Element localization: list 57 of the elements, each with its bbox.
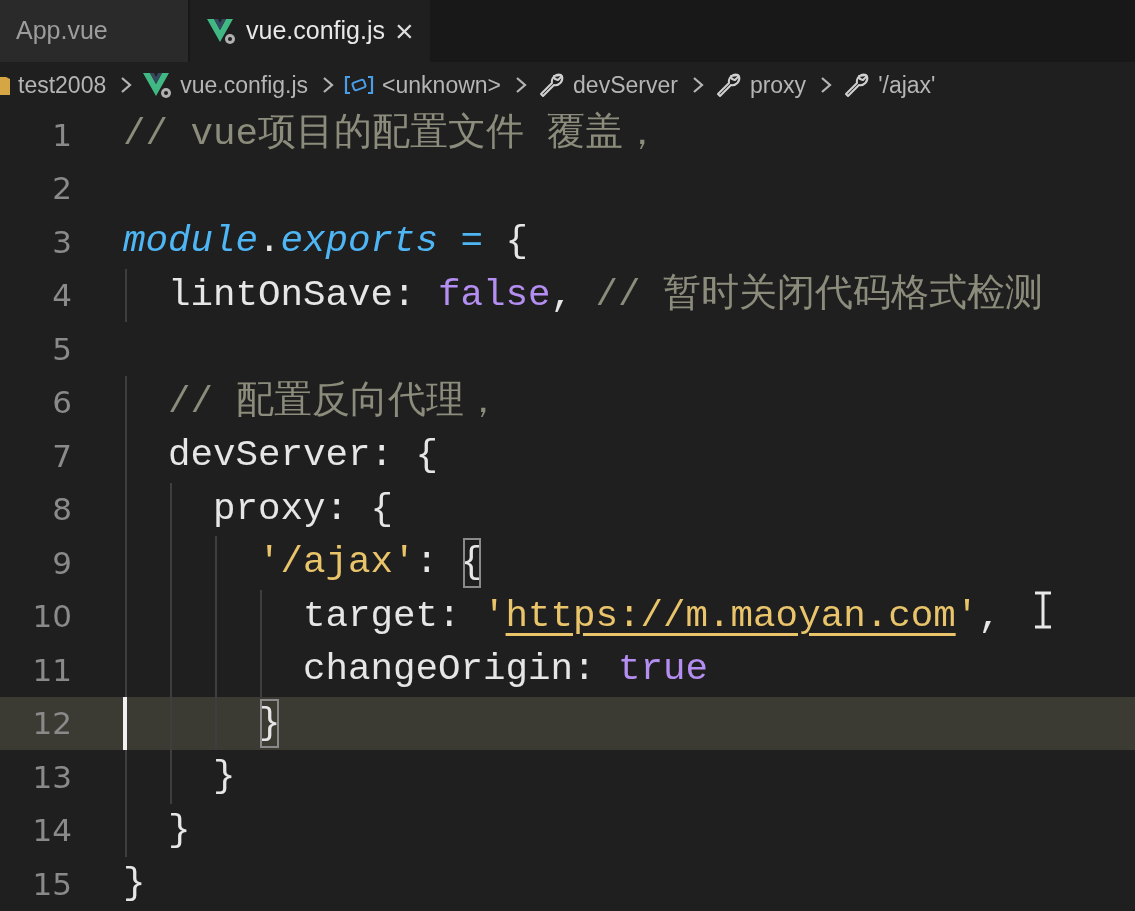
line-number: 1 bbox=[51, 115, 72, 155]
line-number: 3 bbox=[51, 222, 72, 262]
code-token: // 配置反向代理， bbox=[168, 379, 502, 425]
code-token: exports bbox=[280, 219, 439, 264]
breadcrumb-item[interactable]: <unknown> bbox=[344, 67, 502, 103]
code-token: ' bbox=[483, 593, 506, 639]
code-token: } bbox=[168, 807, 191, 853]
editor-tab[interactable]: App.vue bbox=[0, 0, 188, 62]
line-number: 13 bbox=[31, 757, 72, 797]
code-token: } bbox=[258, 696, 281, 750]
editor-tab[interactable]: vue.config.js × bbox=[190, 0, 430, 62]
breadcrumb-item[interactable]: test2008 bbox=[0, 67, 107, 103]
code-token: devServer: { bbox=[168, 433, 439, 478]
code-token: true bbox=[618, 647, 709, 692]
breadcrumb-item[interactable]: '/ajax' bbox=[842, 67, 936, 103]
line-number: 7 bbox=[51, 436, 72, 476]
code-token: . bbox=[258, 219, 281, 264]
code-token: lintOnSave: bbox=[168, 272, 417, 318]
code-token: target: bbox=[303, 593, 462, 639]
breadcrumb-item[interactable]: devServer bbox=[537, 67, 678, 103]
vue-logo-icon bbox=[206, 17, 236, 45]
line-number: 5 bbox=[51, 329, 72, 369]
text-caret bbox=[123, 696, 127, 750]
code-token: { bbox=[460, 536, 484, 590]
code-token: } bbox=[123, 861, 146, 906]
code-token: , bbox=[550, 272, 575, 318]
code-token: changeOrigin: bbox=[303, 647, 597, 692]
code-token: , bbox=[978, 593, 1001, 639]
line-number: 6 bbox=[51, 383, 72, 422]
line-number: 4 bbox=[51, 276, 72, 315]
line-number: 2 bbox=[51, 169, 72, 208]
braces-icon bbox=[344, 73, 375, 97]
breadcrumb-item[interactable]: proxy bbox=[713, 67, 807, 103]
wrench-icon bbox=[537, 71, 566, 99]
code-token: { bbox=[505, 219, 529, 264]
code-token: proxy: { bbox=[213, 486, 394, 532]
code-token: = bbox=[460, 219, 485, 264]
line-number: 8 bbox=[51, 490, 72, 529]
code-link[interactable]: https://m.maoyan.com bbox=[505, 589, 956, 643]
line-number: 10 bbox=[31, 597, 72, 636]
vue-logo-icon bbox=[142, 71, 173, 99]
code-token: : bbox=[415, 540, 440, 585]
wrench-icon bbox=[842, 71, 871, 99]
line-number: 15 bbox=[31, 864, 72, 904]
code-token: module bbox=[123, 219, 259, 264]
code-token: // vue项目的配置文件 覆盖， bbox=[123, 110, 661, 157]
line-number: 12 bbox=[31, 704, 72, 743]
code-token: // 暂时关闭代码格式检测 bbox=[595, 272, 1044, 318]
breadcrumb-item[interactable]: vue.config.js bbox=[142, 67, 309, 103]
code-token: false bbox=[438, 272, 551, 318]
line-number: 14 bbox=[31, 811, 72, 850]
code-token: '/ajax' bbox=[258, 540, 416, 585]
line-number: 11 bbox=[31, 650, 72, 690]
close-icon[interactable]: × bbox=[394, 15, 414, 47]
code-token: ' bbox=[955, 593, 979, 639]
line-number: 9 bbox=[51, 543, 72, 583]
code-token: } bbox=[213, 754, 236, 799]
